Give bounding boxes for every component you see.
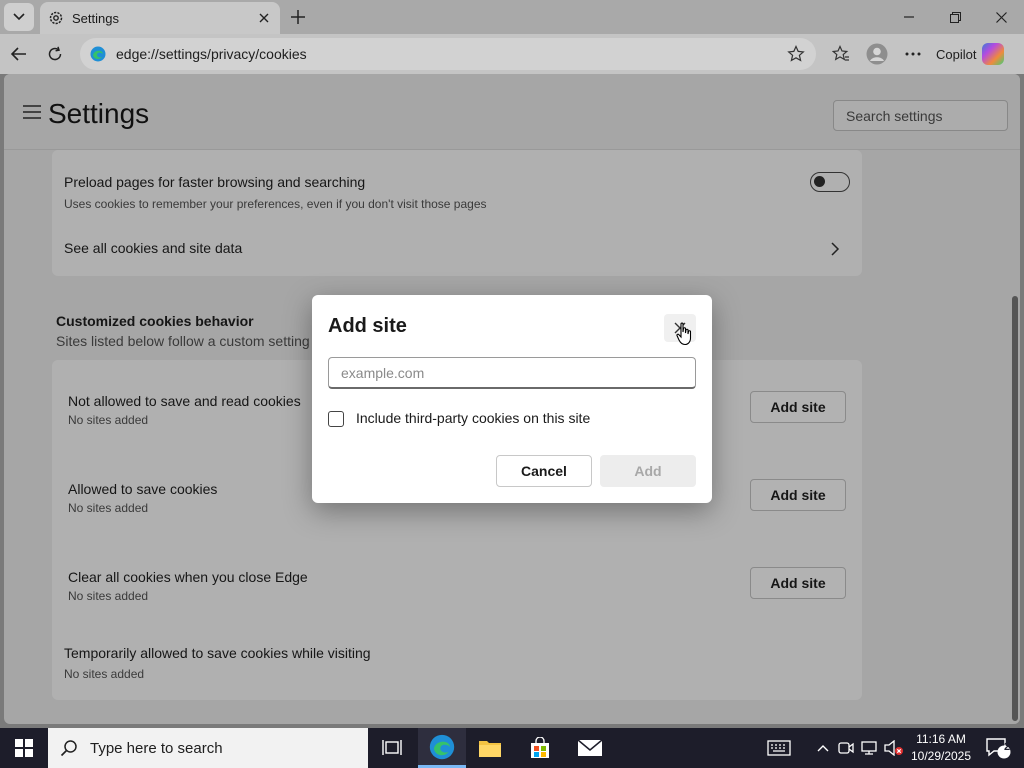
refresh-button[interactable] bbox=[40, 39, 70, 69]
address-bar[interactable]: edge://settings/privacy/cookies bbox=[80, 38, 816, 70]
clock-time: 11:16 AM bbox=[916, 732, 966, 746]
taskbar-file-explorer[interactable] bbox=[466, 728, 514, 768]
toggle-knob bbox=[814, 176, 825, 187]
gear-icon bbox=[49, 11, 63, 25]
tab-close-button[interactable] bbox=[254, 8, 274, 28]
taskbar-search-box[interactable]: Type here to search bbox=[48, 728, 368, 768]
network-icon bbox=[861, 741, 877, 755]
tray-overflow[interactable] bbox=[812, 728, 834, 768]
preload-subtitle: Uses cookies to remember your preference… bbox=[64, 197, 487, 211]
favorites-icon bbox=[832, 45, 849, 61]
arrow-left-icon bbox=[11, 47, 26, 61]
mouse-cursor-icon bbox=[676, 322, 692, 346]
cookies-card: Preload pages for faster browsing and se… bbox=[52, 150, 862, 276]
close-icon bbox=[995, 11, 1007, 23]
chevron-up-icon bbox=[817, 745, 829, 752]
copilot-label: Copilot bbox=[936, 46, 977, 62]
tab-actions-button[interactable] bbox=[4, 3, 34, 31]
favorites-button[interactable] bbox=[826, 39, 856, 69]
refresh-icon bbox=[48, 46, 62, 61]
tray-meet-now[interactable] bbox=[836, 728, 856, 768]
row-title: Not allowed to save and read cookies bbox=[68, 393, 301, 409]
third-party-cookies-checkbox[interactable] bbox=[328, 411, 344, 427]
minimize-icon bbox=[904, 16, 914, 18]
url-text: edge://settings/privacy/cookies bbox=[116, 46, 307, 62]
taskbar-edge-app[interactable] bbox=[418, 728, 466, 768]
store-icon bbox=[531, 737, 549, 758]
start-button[interactable] bbox=[0, 728, 48, 768]
tab-settings[interactable]: Settings bbox=[40, 2, 280, 34]
folder-icon bbox=[479, 741, 501, 757]
restore-icon bbox=[949, 11, 961, 23]
edge-logo-icon bbox=[90, 46, 106, 62]
volume-muted-icon bbox=[884, 740, 903, 756]
site-url-input[interactable] bbox=[328, 357, 696, 389]
taskbar-search-placeholder: Type here to search bbox=[90, 739, 223, 757]
add-button[interactable]: Add bbox=[600, 455, 696, 487]
temp-allowed-subtitle: No sites added bbox=[64, 667, 145, 681]
row-subtitle: No sites added bbox=[68, 501, 149, 515]
temp-allowed-title: Temporarily allowed to save cookies whil… bbox=[64, 645, 371, 661]
notification-count: 2 bbox=[1003, 741, 1011, 753]
more-menu-button[interactable] bbox=[898, 39, 928, 69]
search-icon bbox=[60, 740, 77, 757]
add-site-button-clear-on-close[interactable]: Add site bbox=[750, 567, 846, 599]
add-favorite-button[interactable] bbox=[782, 40, 810, 68]
close-window-button[interactable] bbox=[978, 0, 1024, 34]
close-icon bbox=[259, 13, 269, 23]
page-title: Settings bbox=[48, 98, 150, 129]
row-subtitle: No sites added bbox=[68, 413, 149, 427]
settings-header: Settings Search settings bbox=[4, 74, 1020, 150]
custom-section-title: Customized cookies behavior bbox=[56, 313, 254, 329]
cancel-button[interactable]: Cancel bbox=[496, 455, 592, 487]
tray-keyboard[interactable] bbox=[762, 728, 796, 768]
copilot-icon bbox=[982, 43, 1005, 65]
tab-title: Settings bbox=[72, 10, 119, 26]
keyboard-icon bbox=[767, 740, 791, 756]
taskbar-clock[interactable]: 11:16 AM 10/29/2025 bbox=[906, 731, 976, 765]
back-button[interactable] bbox=[4, 39, 34, 69]
camera-icon bbox=[838, 742, 854, 754]
minimize-button[interactable] bbox=[886, 0, 932, 34]
copilot-button[interactable]: Copilot bbox=[936, 40, 1018, 68]
edge-logo-icon bbox=[429, 734, 455, 759]
row-title: Allowed to save cookies bbox=[68, 481, 218, 497]
chevron-down-icon bbox=[13, 13, 25, 21]
taskbar-store[interactable] bbox=[516, 728, 564, 768]
add-site-button-blocked[interactable]: Add site bbox=[750, 391, 846, 423]
avatar-icon bbox=[866, 43, 888, 65]
preload-title: Preload pages for faster browsing and se… bbox=[64, 174, 366, 190]
taskbar-mail[interactable] bbox=[566, 728, 614, 768]
tray-network[interactable] bbox=[858, 728, 880, 768]
task-view-button[interactable] bbox=[368, 728, 416, 768]
star-add-icon bbox=[787, 45, 805, 62]
plus-icon bbox=[291, 10, 305, 24]
hamburger-menu-icon[interactable] bbox=[22, 104, 42, 120]
search-settings-input[interactable]: Search settings bbox=[833, 100, 1008, 131]
row-subtitle: No sites added bbox=[68, 589, 149, 603]
browser-toolbar: edge://settings/privacy/cookies Copilot bbox=[0, 34, 1024, 74]
custom-section-subtitle: Sites listed below follow a custom setti… bbox=[56, 333, 310, 349]
windows-logo-icon bbox=[15, 739, 33, 757]
clock-date: 10/29/2025 bbox=[910, 749, 972, 763]
more-dots-icon bbox=[905, 52, 921, 56]
tray-volume-muted[interactable] bbox=[882, 728, 906, 768]
profile-button[interactable] bbox=[862, 39, 892, 69]
add-site-dialog: Add site Include third-party cookies on … bbox=[312, 295, 712, 503]
mail-icon bbox=[577, 739, 603, 756]
dialog-title: Add site bbox=[328, 315, 407, 337]
third-party-cookies-label: Include third-party cookies on this site bbox=[356, 410, 591, 426]
add-site-button-allowed[interactable]: Add site bbox=[750, 479, 846, 511]
notification-center-button[interactable]: 2 bbox=[978, 728, 1018, 768]
new-tab-button[interactable] bbox=[284, 4, 312, 30]
page-scrollbar[interactable] bbox=[1012, 296, 1018, 721]
task-view-icon bbox=[382, 740, 402, 755]
row-title: Clear all cookies when you close Edge bbox=[68, 569, 308, 585]
restore-button[interactable] bbox=[932, 0, 978, 34]
see-all-cookies-link[interactable]: See all cookies and site data bbox=[64, 240, 242, 256]
taskbar: Type here to search 11:16 AM 10/29/2025 … bbox=[0, 728, 1024, 768]
preload-toggle[interactable] bbox=[810, 172, 850, 192]
chevron-right-icon bbox=[831, 242, 840, 256]
browser-titlebar: Settings bbox=[0, 0, 1024, 34]
